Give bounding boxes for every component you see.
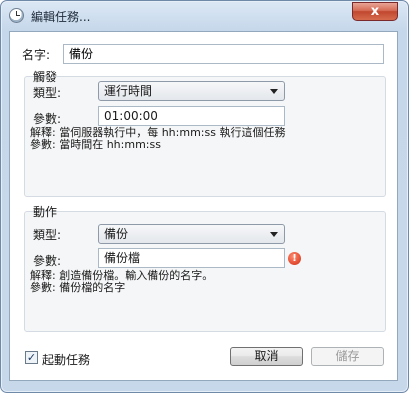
window-title: 編輯任務... <box>31 10 91 24</box>
action-type-select[interactable]: 備份 <box>98 224 285 244</box>
start-task-label[interactable]: 起動任務 <box>42 351 90 368</box>
trigger-type-select[interactable]: 運行時間 <box>98 81 285 101</box>
trigger-type-value: 運行時間 <box>104 84 153 98</box>
trigger-legend: 觸發 <box>33 70 58 84</box>
trigger-param-label: 參數: <box>33 112 62 126</box>
cancel-button[interactable]: 取消 <box>230 347 303 366</box>
chevron-down-icon <box>270 232 278 237</box>
action-type-label: 類型: <box>33 228 62 242</box>
action-desc-line2: 參數: 備份檔的名字 <box>30 281 126 294</box>
close-button[interactable]: x <box>352 2 398 21</box>
action-param-label: 參數: <box>33 254 62 268</box>
title-bar[interactable]: 編輯任務... x <box>1 1 408 31</box>
name-input[interactable]: 備份 <box>63 44 384 64</box>
trigger-desc-line2: 參數: 當時間在 hh:mm:ss <box>30 138 161 151</box>
error-icon: ! <box>288 252 301 265</box>
name-label: 名字: <box>22 48 51 62</box>
action-desc-line1: 解釋: 創造備份檔。輸入備份的名字。 <box>30 269 214 282</box>
trigger-desc-line1: 解釋: 當伺服器執行中，每 hh:mm:ss 執行這個任務 <box>30 126 286 139</box>
action-param-input[interactable]: 備份檔 <box>98 248 285 268</box>
clock-icon <box>9 8 24 23</box>
trigger-param-input[interactable]: 01:00:00 <box>98 106 285 126</box>
start-task-checkbox[interactable]: ✓ <box>25 351 38 364</box>
action-type-value: 備份 <box>104 227 129 241</box>
save-button[interactable]: 儲存 <box>311 347 384 366</box>
action-legend: 動作 <box>33 205 58 219</box>
trigger-type-label: 類型: <box>33 86 62 100</box>
chevron-down-icon <box>270 89 278 94</box>
